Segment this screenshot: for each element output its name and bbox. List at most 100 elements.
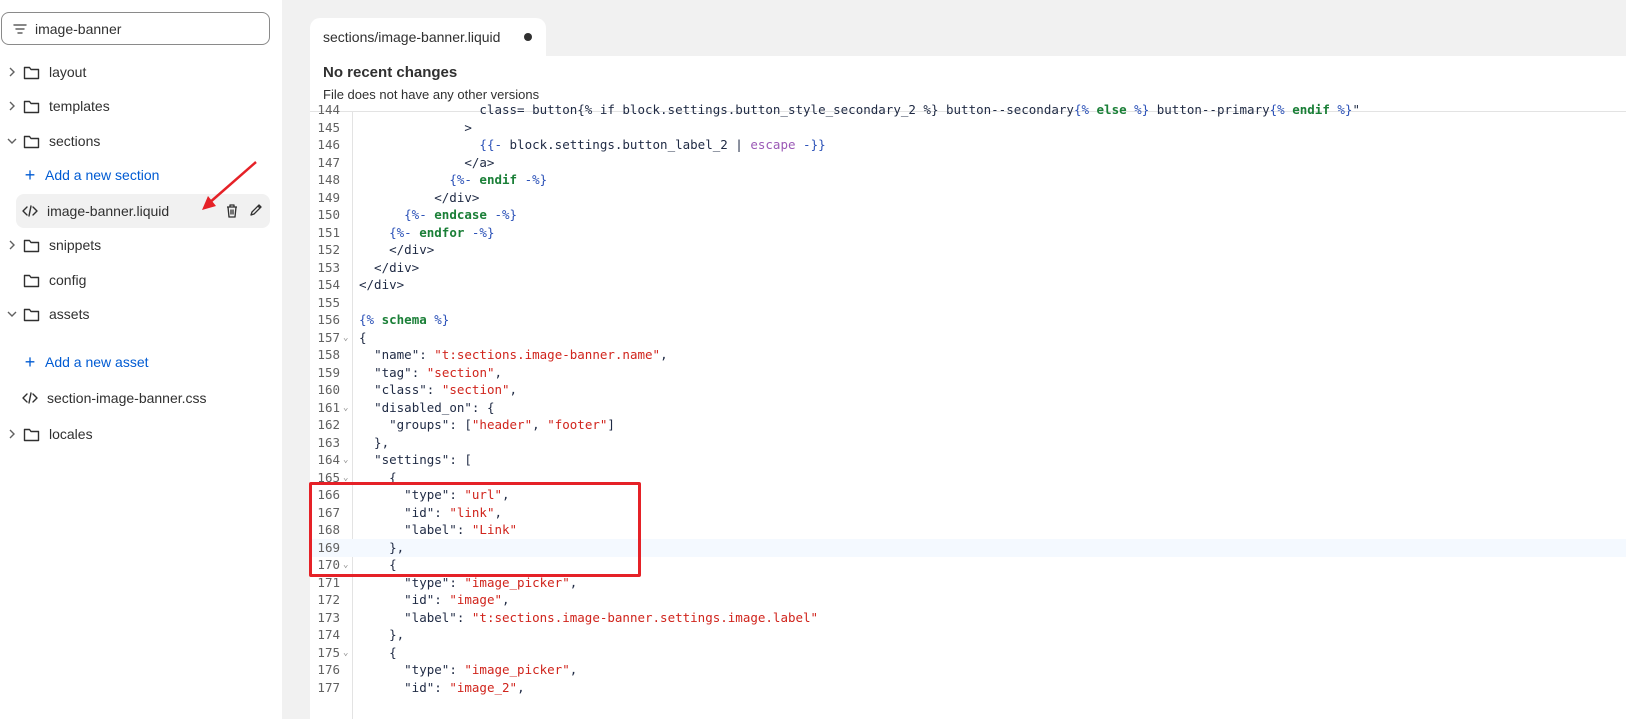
code-line[interactable]: 145 >: [310, 119, 1626, 137]
code-icon: [22, 205, 40, 217]
chevron-down-icon: [5, 134, 19, 148]
folder-locales[interactable]: locales: [0, 420, 93, 448]
chevron-right-icon: [5, 65, 19, 79]
line-source: {{- block.settings.button_label_2 | esca…: [479, 137, 826, 152]
line-number: 160: [317, 382, 340, 397]
code-line[interactable]: 149 </div>: [310, 189, 1626, 207]
folder-icon: [23, 425, 41, 443]
folder-snippets[interactable]: snippets: [0, 231, 101, 259]
chevron-right-icon: [5, 238, 19, 252]
folder-icon: [23, 63, 41, 81]
folder-layout[interactable]: layout: [0, 58, 86, 86]
code-line[interactable]: 159 "tag": "section",: [310, 364, 1626, 382]
line-number: 156: [317, 312, 340, 327]
folder-config[interactable]: config: [0, 266, 86, 294]
fold-chevron-icon[interactable]: ⌄: [343, 451, 348, 469]
code-line[interactable]: 177 "id": "image_2",: [310, 679, 1626, 697]
code-line[interactable]: 164 ⌄ "settings": [: [310, 451, 1626, 469]
code-line[interactable]: 150 {%- endcase -%}: [310, 206, 1626, 224]
tab-filename: image-banner.liquid: [378, 29, 501, 45]
pane-divider[interactable]: [282, 0, 294, 719]
folder-label: templates: [49, 98, 110, 114]
annotation-highlight-box: [309, 482, 641, 577]
folder-label: snippets: [49, 237, 102, 253]
folder-sections[interactable]: sections: [0, 127, 100, 155]
line-number: 148: [317, 172, 340, 187]
plus-icon: +: [24, 165, 36, 185]
line-source: "groups": ["header", "footer"]: [389, 417, 615, 432]
line-number: 150: [317, 207, 340, 222]
code-line[interactable]: 153 </div>: [310, 259, 1626, 277]
add-asset-label: Add a new asset: [45, 354, 149, 370]
code-line[interactable]: 146 {{- block.settings.button_label_2 | …: [310, 136, 1626, 154]
add-section-link[interactable]: + Add a new section: [22, 161, 160, 189]
file-filter[interactable]: [1, 12, 270, 45]
code-line[interactable]: 148 {%- endif -%}: [310, 171, 1626, 189]
line-source: },: [359, 434, 390, 450]
line-source: {: [359, 329, 367, 345]
file-label: section-image-banner.css: [47, 390, 207, 406]
code-line[interactable]: 162 "groups": ["header", "footer"]: [310, 416, 1626, 434]
notice-subtitle: File does not have any other versions: [323, 87, 540, 102]
fold-chevron-icon[interactable]: ⌄: [343, 329, 348, 347]
folder-assets[interactable]: assets: [0, 300, 89, 328]
code-line[interactable]: 163 },: [310, 434, 1626, 452]
file-filter-input[interactable]: [35, 20, 255, 37]
add-asset-link[interactable]: + Add a new asset: [22, 348, 149, 376]
unsaved-dot-icon: [524, 33, 532, 41]
code-line[interactable]: 158 "name": "t:sections.image-banner.nam…: [310, 346, 1626, 364]
code-line[interactable]: 144 class= button{% if block.settings.bu…: [310, 101, 1626, 119]
line-source: </div>: [359, 277, 405, 292]
line-number: 173: [317, 609, 340, 625]
line-source: },: [359, 627, 405, 642]
line-source: "id": "image",: [404, 592, 510, 607]
line-number: 147: [317, 154, 340, 170]
line-source: {%- endif -%}: [449, 172, 548, 187]
code-line[interactable]: 175 ⌄ {: [310, 644, 1626, 662]
filter-icon: [12, 21, 28, 37]
editor-tab[interactable]: sections/image-banner.liquid: [310, 18, 546, 56]
add-section-label: Add a new section: [45, 167, 160, 183]
code-line[interactable]: 147 </a>: [310, 154, 1626, 172]
line-source: "id": "image_2",: [404, 679, 525, 695]
line-source: {% schema %}: [359, 312, 450, 327]
code-line[interactable]: 174 },: [310, 626, 1626, 644]
line-source: "name": "t:sections.image-banner.name",: [374, 347, 668, 362]
code-line[interactable]: 161 ⌄ "disabled_on": {: [310, 399, 1626, 417]
line-source: </div>: [359, 259, 420, 275]
folder-templates[interactable]: templates: [0, 92, 110, 120]
fold-chevron-icon[interactable]: ⌄: [343, 399, 348, 417]
line-number: 158: [317, 347, 340, 362]
code-line[interactable]: 160 "class": "section",: [310, 381, 1626, 399]
fold-chevron-icon[interactable]: ⌄: [343, 644, 348, 662]
code-line[interactable]: 172 "id": "image",: [310, 591, 1626, 609]
notice-title: No recent changes: [323, 64, 458, 81]
code-line[interactable]: 154 </div>: [310, 276, 1626, 294]
folder-label: locales: [49, 426, 93, 442]
line-number: 163: [317, 434, 340, 450]
folder-icon: [23, 271, 41, 289]
code-line[interactable]: 156 {% schema %}: [310, 311, 1626, 329]
folder-label: sections: [49, 133, 101, 149]
code-line[interactable]: 157 ⌄ {: [310, 329, 1626, 347]
file-section-image-banner-css[interactable]: section-image-banner.css: [16, 381, 270, 415]
line-number: 144: [317, 102, 340, 117]
line-number: 151: [317, 224, 340, 240]
line-source: "disabled_on": {: [374, 399, 495, 415]
line-source: </a>: [359, 154, 495, 170]
code-line[interactable]: 173 "label": "t:sections.image-banner.se…: [310, 609, 1626, 627]
chevron-right-icon: [5, 99, 19, 113]
code-line[interactable]: 152 </div>: [310, 241, 1626, 259]
line-number: 162: [317, 417, 340, 432]
folder-icon: [23, 97, 41, 115]
line-number: 175: [317, 644, 340, 660]
code-line[interactable]: 151 {%- endfor -%}: [310, 224, 1626, 242]
line-number: 159: [317, 364, 340, 380]
line-source: </div>: [359, 242, 435, 257]
line-source: "tag": "section",: [374, 364, 503, 380]
line-number: 172: [317, 592, 340, 607]
code-line[interactable]: 176 "type": "image_picker",: [310, 661, 1626, 679]
line-number: 155: [317, 294, 340, 310]
code-line[interactable]: 155: [310, 294, 1626, 312]
line-source: "settings": [: [374, 452, 472, 467]
